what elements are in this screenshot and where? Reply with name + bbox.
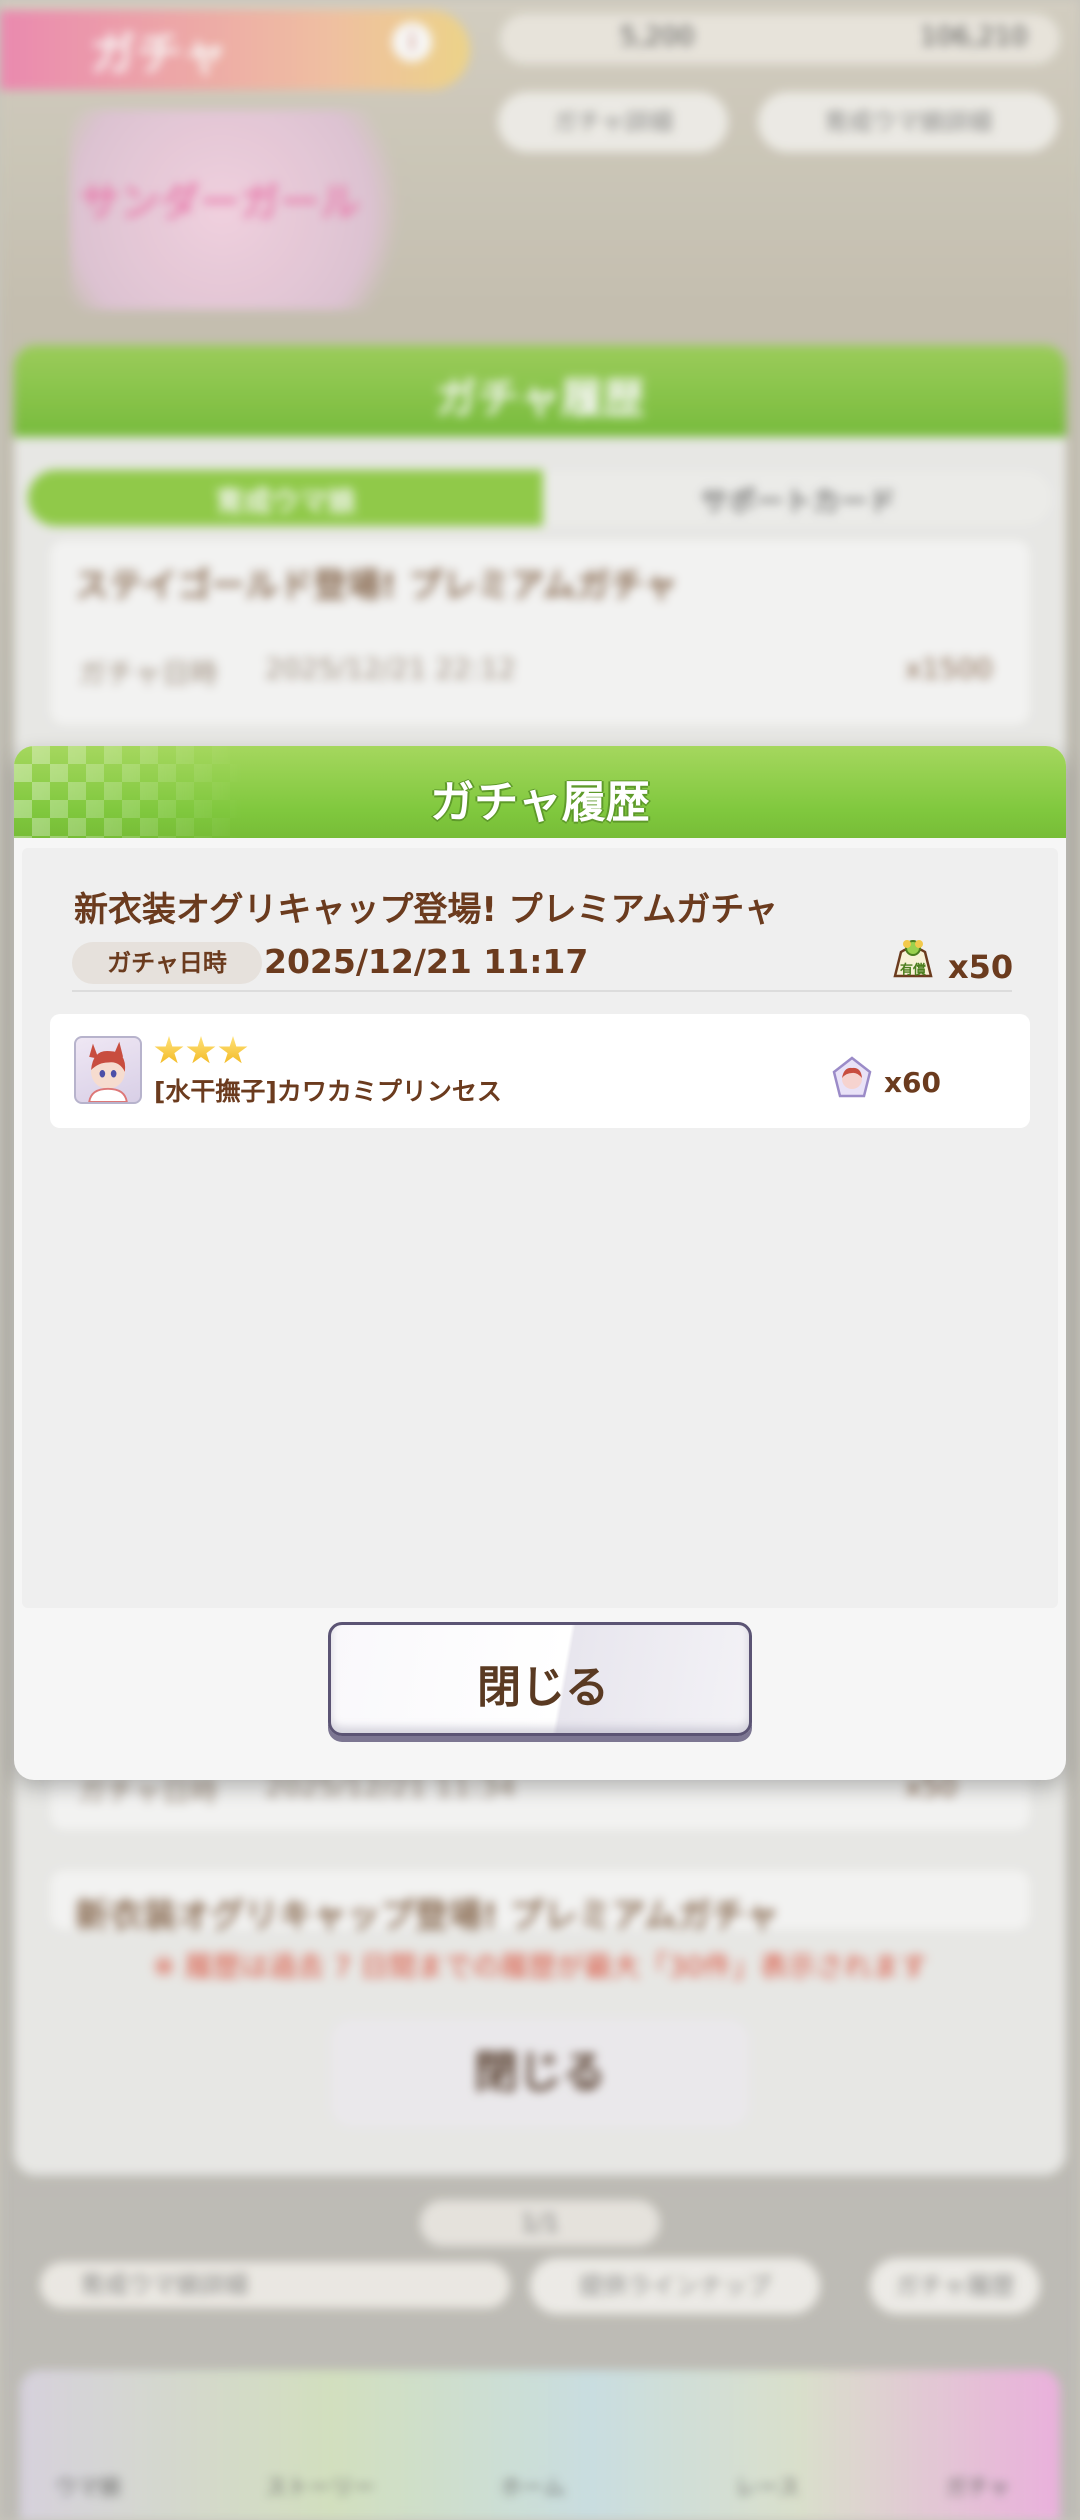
gacha-date: 2025/12/21 11:17 [264, 942, 589, 981]
divider [72, 990, 1012, 992]
gacha-name: 新衣装オグリキャップ登場! プレミアムガチャ [74, 890, 778, 930]
character-portrait [74, 1036, 142, 1104]
piece-count: x60 [884, 1066, 942, 1099]
star-icon [186, 1036, 216, 1064]
close-button[interactable]: 閉じる [328, 1622, 752, 1736]
piece-icon [832, 1056, 872, 1098]
result-row: [水干撫子]カワカミプリンセス x60 [50, 1014, 1030, 1128]
close-button-label: 閉じる [477, 1662, 609, 1713]
star-icon [218, 1036, 248, 1064]
gacha-cost: x50 [948, 948, 1014, 986]
star-icon [154, 1036, 184, 1064]
dialog-title: ガチャ履歴 [430, 777, 650, 828]
character-portrait-art [88, 1041, 128, 1102]
rarity-stars [154, 1036, 248, 1068]
ticket-icon: 有償 [893, 940, 933, 978]
date-label-badge: ガチャ日時 [72, 942, 262, 984]
svg-text:有償: 有償 [900, 962, 927, 978]
gacha-history-dialog: ガチャ履歴 新衣装オグリキャップ登場! プレミアムガチャ ガチャ日時 2025/… [14, 746, 1066, 1780]
character-name: [水干撫子]カワカミプリンセス [154, 1077, 502, 1106]
